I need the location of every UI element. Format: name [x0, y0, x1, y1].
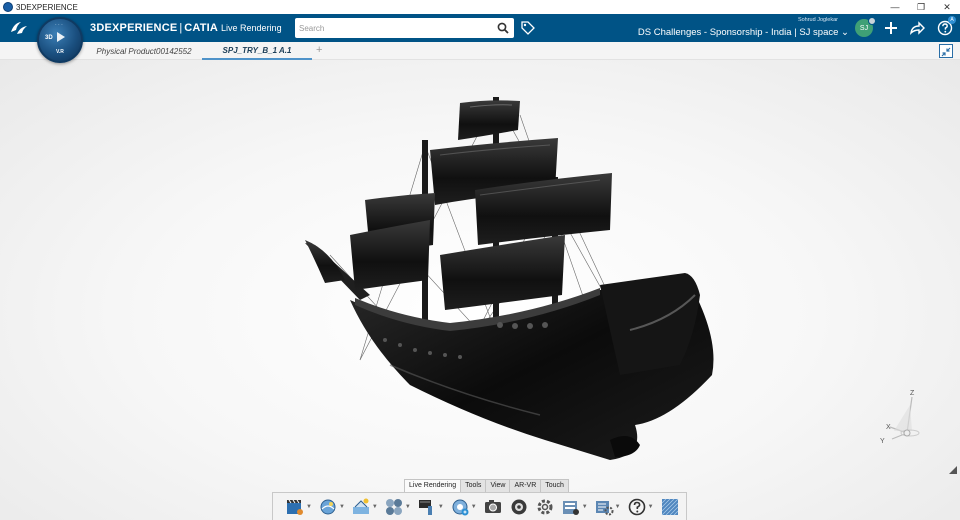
- add-tab-button[interactable]: +: [316, 44, 322, 56]
- fullscreen-toggle-button[interactable]: [939, 44, 953, 58]
- environment-button[interactable]: ▼: [318, 497, 345, 517]
- animation-button[interactable]: ▼: [285, 497, 312, 517]
- tab-ar-vr[interactable]: AR-VR: [509, 479, 542, 492]
- search-icon[interactable]: [497, 22, 509, 34]
- chevron-down-icon[interactable]: ▼: [615, 504, 621, 510]
- orientation-triad[interactable]: Z X Y: [872, 385, 927, 445]
- tab-physical-product[interactable]: Physical Product00142552: [88, 42, 200, 60]
- database-button[interactable]: ▼: [561, 497, 588, 517]
- materials-button[interactable]: ▼: [384, 497, 411, 517]
- collaborative-space-selector[interactable]: DS Challenges - Sponsorship - India | SJ…: [600, 27, 849, 38]
- tab-live-rendering[interactable]: Live Rendering: [404, 479, 462, 492]
- help-action-button[interactable]: ▼: [627, 497, 654, 517]
- animation-icon: [287, 499, 303, 515]
- maximize-button[interactable]: ❐: [908, 0, 934, 14]
- capture-icon: [484, 499, 501, 513]
- render-button[interactable]: [509, 497, 529, 517]
- chevron-down-icon[interactable]: ▼: [471, 504, 477, 510]
- add-button[interactable]: [882, 19, 900, 37]
- tag-icon[interactable]: [520, 20, 536, 36]
- camera-add-icon: [452, 499, 469, 515]
- lighting-button[interactable]: ▼: [351, 497, 378, 517]
- plus-icon: [885, 22, 897, 34]
- chevron-down-icon[interactable]: ▼: [339, 504, 345, 510]
- paint-button[interactable]: ▼: [417, 497, 444, 517]
- chevron-down-icon[interactable]: ▼: [405, 504, 411, 510]
- compass-vr-label: V.R: [56, 49, 64, 55]
- render-environment-icon: [320, 499, 336, 514]
- panel-resize-icon[interactable]: [948, 465, 958, 475]
- compass-3d-label: 3D: [45, 35, 53, 41]
- settings-button[interactable]: [535, 497, 555, 517]
- lighting-icon: [352, 498, 369, 514]
- os-title-bar: 3DEXPERIENCE — ❐ ✕: [0, 0, 960, 14]
- tab-view[interactable]: View: [485, 479, 511, 492]
- tools-button[interactable]: ▼: [594, 497, 621, 517]
- brand-3dexperience: 3DEXPERIENCE: [90, 22, 178, 34]
- avatar-status-dot: [868, 17, 876, 25]
- search-box: [295, 18, 514, 38]
- tab-touch[interactable]: Touch: [540, 479, 569, 492]
- app-icon: [3, 2, 13, 12]
- compass-play-icon[interactable]: [57, 32, 65, 42]
- database-icon: [562, 500, 579, 515]
- brand-catia: CATIA: [184, 22, 219, 34]
- paint-icon: [418, 499, 432, 515]
- compass-quadrant-marks: · · ·: [55, 22, 63, 28]
- texture-icon: [661, 498, 678, 515]
- tools-icon: [595, 500, 614, 515]
- camera-add-button[interactable]: ▼: [450, 497, 477, 517]
- tab-spj-try-b-1[interactable]: SPJ_TRY_B_1 A.1: [202, 42, 312, 60]
- share-button[interactable]: [908, 19, 926, 37]
- capture-button[interactable]: [483, 497, 503, 517]
- ds-logo-icon[interactable]: [8, 17, 30, 39]
- pirate-ship-model[interactable]: [300, 95, 720, 460]
- settings-icon: [537, 499, 553, 514]
- close-button[interactable]: ✕: [934, 0, 960, 14]
- window-controls: — ❐ ✕: [882, 0, 960, 14]
- avatar[interactable]: SJ: [855, 17, 876, 37]
- os-window-title: 3DEXPERIENCE: [16, 2, 78, 12]
- share-icon: [910, 21, 925, 35]
- top-bar: 3DEXPERIENCE|CATIALive Rendering Sohrud …: [0, 14, 960, 42]
- chevron-down-icon[interactable]: ▼: [648, 504, 654, 510]
- 3d-viewport[interactable]: Z X Y: [0, 60, 960, 520]
- brand-app-name: Live Rendering: [221, 23, 282, 33]
- app-brand: 3DEXPERIENCE | CATIA Live Rendering: [90, 22, 282, 34]
- collapse-arrows-icon: [941, 47, 951, 57]
- compass[interactable]: · · · 3D V.R: [37, 17, 83, 63]
- avatar-initials: SJ: [859, 24, 869, 32]
- materials-icon: [385, 498, 402, 515]
- triad-z-label: Z: [910, 390, 915, 397]
- triad-y-label: Y: [880, 438, 885, 445]
- render-icon: [511, 499, 527, 514]
- user-name: Sohrud Joglekar: [797, 17, 838, 23]
- brand-separator: |: [179, 22, 183, 34]
- search-input[interactable]: [299, 20, 489, 36]
- action-bar-tabs: Live Rendering Tools View AR-VR Touch: [404, 479, 569, 492]
- chevron-down-icon[interactable]: ▼: [372, 504, 378, 510]
- chevron-down-icon[interactable]: ▼: [306, 504, 312, 510]
- chevron-down-icon[interactable]: ▼: [582, 504, 588, 510]
- tab-tools[interactable]: Tools: [460, 479, 487, 492]
- texture-button[interactable]: [660, 497, 680, 517]
- help-button[interactable]: A: [936, 16, 956, 37]
- chevron-down-icon[interactable]: ▼: [438, 504, 444, 510]
- action-bar: ▼ ▼ ▼ ▼ ▼ ▼ ▼ ▼ ▼: [272, 492, 687, 520]
- minimize-button[interactable]: —: [882, 0, 908, 14]
- triad-x-label: X: [886, 424, 891, 431]
- help-badge: A: [948, 16, 956, 24]
- help-icon: [628, 498, 645, 515]
- document-tab-bar: Physical Product00142552 SPJ_TRY_B_1 A.1…: [0, 42, 960, 60]
